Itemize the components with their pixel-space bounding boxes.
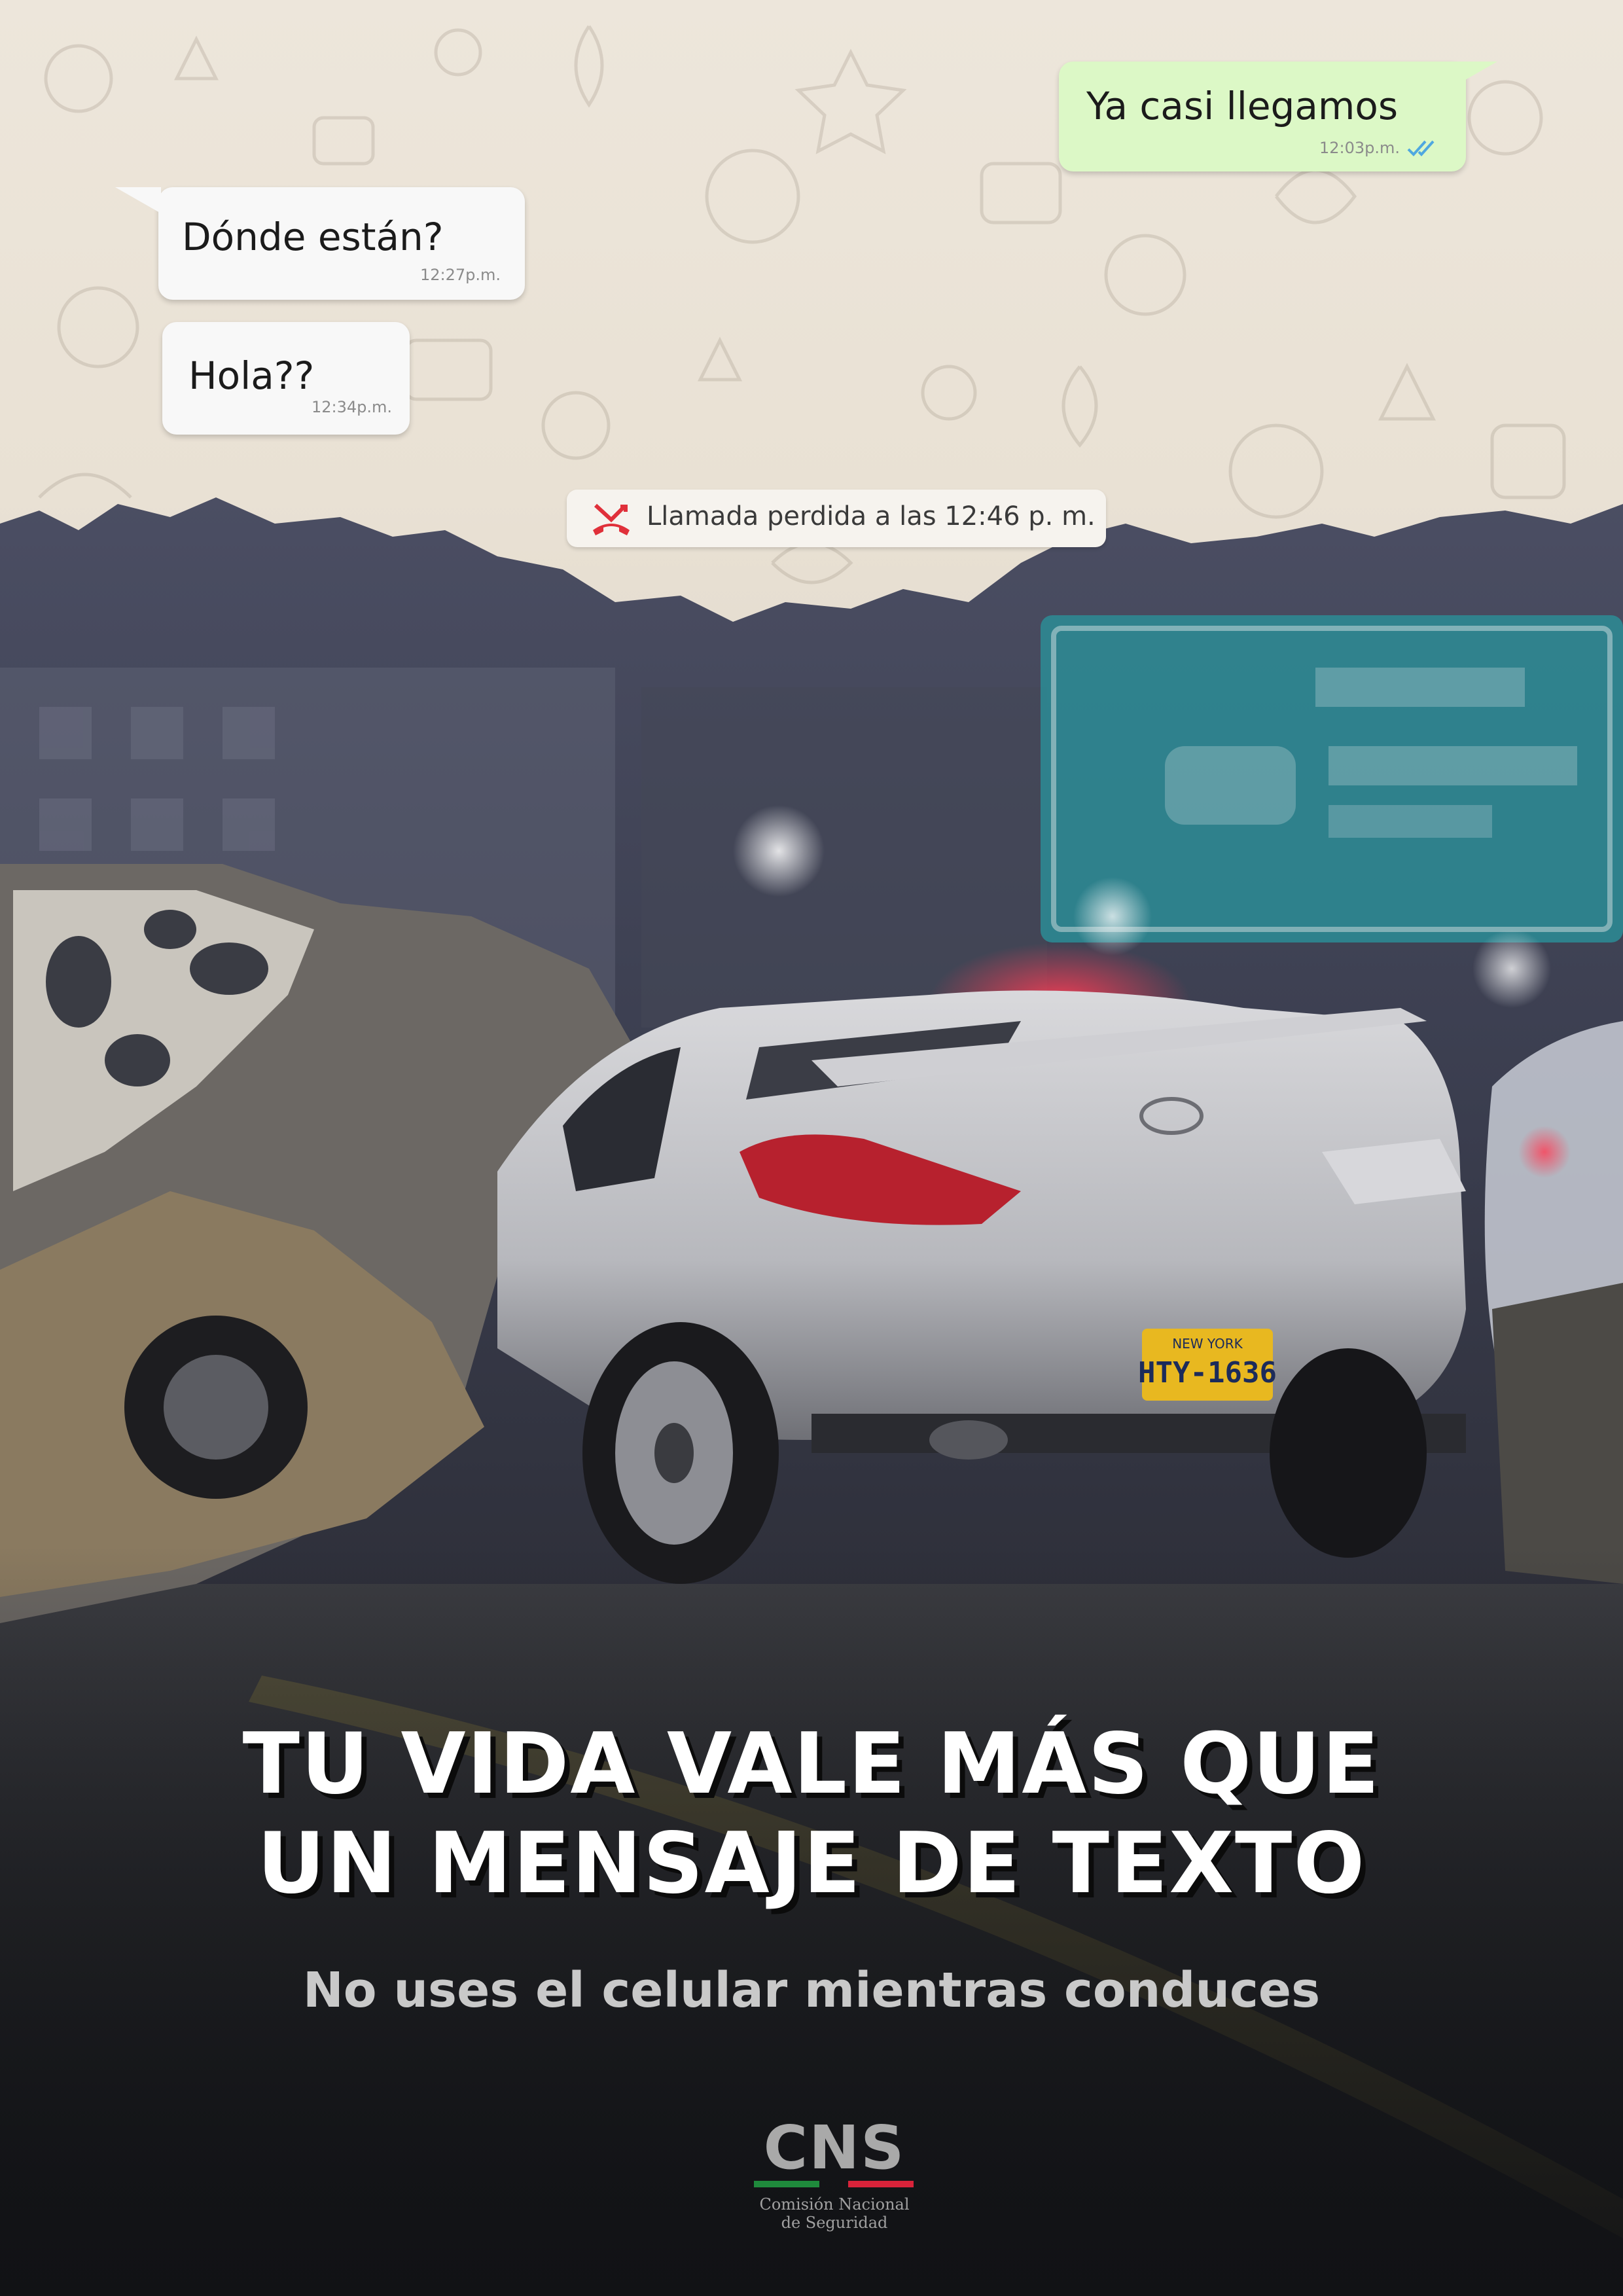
incoming-message-bubble[interactable]: Dónde están? 12:27p.m. xyxy=(115,187,525,300)
logo-green-bar xyxy=(754,2181,819,2187)
plate-number: HTY-1636 xyxy=(1138,1356,1277,1390)
message-text: Dónde están? xyxy=(182,215,444,259)
logo-name-line-1: Comisión Nacional xyxy=(759,2195,910,2214)
message-time: 12:03p.m. xyxy=(1319,139,1400,157)
bubble-tail xyxy=(1452,62,1497,88)
logo-name-line-2: de Seguridad xyxy=(781,2214,888,2232)
message-text: Hola?? xyxy=(188,353,315,398)
message-time: 12:27p.m. xyxy=(420,266,501,284)
headline-line-1: TU VIDA VALE MÁS QUE xyxy=(242,1715,1381,1813)
crash-photo: NEW YORK HTY-1636 xyxy=(0,497,1623,2296)
campaign-headline: TU VIDA VALE MÁS QUE UN MENSAJE DE TEXTO xyxy=(0,1715,1623,1914)
logo-red-bar xyxy=(848,2181,914,2187)
cns-logo: CNS Comisión Nacional de Seguridad xyxy=(746,2113,923,2232)
outgoing-message-bubble[interactable]: Ya casi llegamos 12:03p.m. xyxy=(1059,62,1497,171)
bubble-tail xyxy=(115,187,161,213)
missed-call-notice[interactable]: Llamada perdida a las 12:46 p. m. xyxy=(567,490,1106,547)
missed-call-text: Llamada perdida a las 12:46 p. m. xyxy=(647,501,1096,531)
message-text: Ya casi llegamos xyxy=(1086,84,1399,128)
message-time: 12:34p.m. xyxy=(312,398,393,416)
read-ticks-icon xyxy=(1407,140,1435,156)
logo-abbreviation: CNS xyxy=(763,2113,906,2183)
plate-state: NEW YORK xyxy=(1172,1336,1243,1352)
headline-line-2: UN MENSAJE DE TEXTO xyxy=(257,1815,1366,1912)
incoming-message-bubble[interactable]: Hola?? 12:34p.m. xyxy=(162,322,410,435)
missed-call-icon xyxy=(593,503,630,535)
campaign-subheadline: No uses el celular mientras conduces xyxy=(302,1962,1321,2018)
